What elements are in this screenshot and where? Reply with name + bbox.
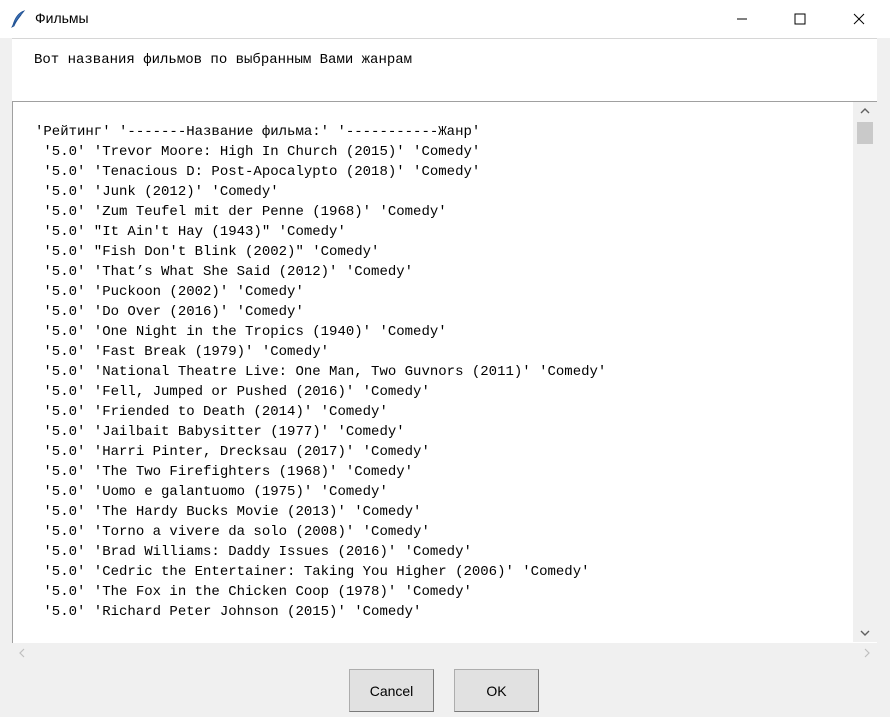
scroll-thumb[interactable] [857, 122, 873, 144]
list-item[interactable]: '5.0' 'Trevor Moore: High In Church (201… [35, 142, 606, 162]
scroll-down-button[interactable] [853, 624, 877, 642]
feather-icon [10, 10, 26, 28]
list-item[interactable]: '5.0' "It Ain't Hay (1943)" 'Comedy' [35, 222, 606, 242]
list-item[interactable]: '5.0' 'Friended to Death (2014)' 'Comedy… [35, 402, 606, 422]
maximize-icon [794, 13, 806, 25]
list-item[interactable]: '5.0' 'National Theatre Live: One Man, T… [35, 362, 606, 382]
horizontal-scrollbar[interactable] [12, 643, 877, 663]
list-item[interactable]: '5.0' 'Puckoon (2002)' 'Comedy' [35, 282, 606, 302]
chevron-down-icon [860, 630, 870, 636]
chevron-up-icon [860, 108, 870, 114]
dialog-window: Фильмы Вот названия фильмов по выбранным… [0, 0, 890, 717]
list-item[interactable]: '5.0' 'Brad Williams: Daddy Issues (2016… [35, 542, 606, 562]
list-item[interactable]: '5.0' 'Richard Peter Johnson (2015)' 'Co… [35, 602, 606, 622]
list-item[interactable]: '5.0' 'The Fox in the Chicken Coop (1978… [35, 582, 606, 602]
list-item[interactable]: '5.0' 'Junk (2012)' 'Comedy' [35, 182, 606, 202]
list-item[interactable]: '5.0' 'Tenacious D: Post-Apocalypto (201… [35, 162, 606, 182]
maximize-button[interactable] [777, 0, 823, 38]
movie-list: 'Рейтинг' '-------Название фильма:' '---… [35, 122, 606, 622]
chevron-left-icon [19, 648, 25, 658]
list-item[interactable]: '5.0' 'Uomo e galantuomo (1975)' 'Comedy… [35, 482, 606, 502]
list-item[interactable]: '5.0' 'That’s What She Said (2012)' 'Com… [35, 262, 606, 282]
list-item[interactable]: '5.0' 'The Hardy Bucks Movie (2013)' 'Co… [35, 502, 606, 522]
minimize-icon [737, 18, 747, 20]
list-item[interactable]: '5.0' 'Fell, Jumped or Pushed (2016)' 'C… [35, 382, 606, 402]
list-item[interactable]: '5.0' 'Harri Pinter, Drecksau (2017)' 'C… [35, 442, 606, 462]
list-item[interactable]: '5.0' 'The Two Firefighters (1968)' 'Com… [35, 462, 606, 482]
minimize-button[interactable] [719, 0, 765, 38]
chevron-right-icon [864, 648, 870, 658]
list-item[interactable]: '5.0' 'One Night in the Tropics (1940)' … [35, 322, 606, 342]
scroll-left-button[interactable] [12, 643, 32, 663]
close-icon [853, 13, 865, 25]
header-panel: Вот названия фильмов по выбранным Вами ж… [12, 38, 877, 101]
list-item[interactable]: '5.0' "Fish Don't Blink (2002)" 'Comedy' [35, 242, 606, 262]
window-title: Фильмы [35, 10, 89, 26]
movie-list-box[interactable]: 'Рейтинг' '-------Название фильма:' '---… [12, 101, 877, 643]
vertical-scrollbar[interactable] [853, 102, 877, 642]
title-bar[interactable]: Фильмы [0, 0, 890, 38]
close-button[interactable] [836, 0, 882, 38]
list-item[interactable]: '5.0' 'Do Over (2016)' 'Comedy' [35, 302, 606, 322]
list-item[interactable]: '5.0' 'Fast Break (1979)' 'Comedy' [35, 342, 606, 362]
cancel-button[interactable]: Cancel [349, 669, 434, 712]
scroll-up-button[interactable] [853, 102, 877, 120]
scroll-right-button[interactable] [857, 643, 877, 663]
list-item[interactable]: '5.0' 'Jailbait Babysitter (1977)' 'Come… [35, 422, 606, 442]
list-item[interactable]: 'Рейтинг' '-------Название фильма:' '---… [35, 122, 606, 142]
ok-button[interactable]: OK [454, 669, 539, 712]
list-item[interactable]: '5.0' 'Cedric the Entertainer: Taking Yo… [35, 562, 606, 582]
list-item[interactable]: '5.0' 'Zum Teufel mit der Penne (1968)' … [35, 202, 606, 222]
list-item[interactable]: '5.0' 'Torno a vivere da solo (2008)' 'C… [35, 522, 606, 542]
header-message: Вот названия фильмов по выбранным Вами ж… [34, 52, 413, 68]
